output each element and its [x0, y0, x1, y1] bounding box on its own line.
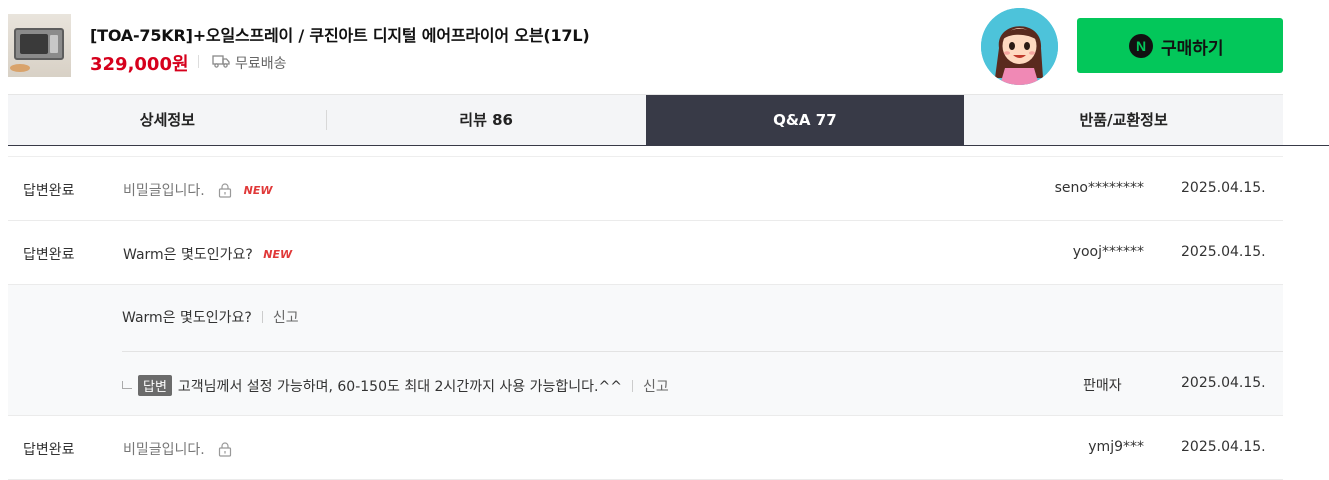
- writer-id: ymj9***: [1088, 439, 1144, 455]
- qna-subject[interactable]: 비밀글입니다.: [123, 439, 233, 459]
- oven-thumbnail-icon: [14, 28, 64, 60]
- naver-n-icon: N: [1129, 34, 1153, 58]
- qna-detail-expanded: Warm은 몇도인가요? 신고 답변 고객님께서 설정 가능하며, 60-150도 …: [8, 285, 1283, 416]
- post-date: 2025.04.15.: [1181, 180, 1266, 196]
- lock-icon: [219, 442, 232, 457]
- qna-row[interactable]: 답변완료 Warm은 몇도인가요? NEW yooj****** 2025.04…: [8, 221, 1283, 285]
- tab-underline: [8, 145, 1329, 146]
- shipping-info: 무료배송: [235, 56, 287, 72]
- qna-list: 답변완료 비밀글입니다. NEW seno******** 2025.04.15…: [8, 156, 1283, 480]
- product-title: [TOA-75KR]+오일스프레이 / 쿠진아트 디지털 에어프라이어 오븐(1…: [90, 26, 590, 45]
- divider: [122, 351, 1283, 352]
- product-price: 329,000원: [90, 54, 189, 75]
- reply-arrow-icon: [122, 381, 132, 389]
- answer-status: 답변완료: [23, 183, 75, 199]
- answer-status: 답변완료: [23, 442, 75, 458]
- character-avatar-icon: [981, 8, 1058, 85]
- lock-icon: [219, 183, 232, 198]
- tab-detail[interactable]: 상세정보: [8, 95, 327, 145]
- seller-avatar[interactable]: [981, 8, 1058, 85]
- answer-writer: 판매자: [1083, 378, 1122, 394]
- report-link[interactable]: 신고: [643, 379, 669, 395]
- buy-button[interactable]: N 구매하기: [1077, 18, 1283, 73]
- tab-return-exchange[interactable]: 반품/교환정보: [964, 95, 1283, 145]
- qna-subject[interactable]: Warm은 몇도인가요? NEW: [123, 244, 292, 264]
- truck-icon: [212, 55, 230, 68]
- tab-qna[interactable]: Q&A 77: [645, 95, 965, 145]
- tab-review[interactable]: 리뷰 86: [327, 95, 646, 145]
- qna-subject[interactable]: 비밀글입니다. NEW: [123, 180, 273, 200]
- product-thumbnail[interactable]: [8, 14, 71, 77]
- new-badge: NEW: [243, 184, 273, 197]
- report-link[interactable]: 신고: [273, 310, 299, 326]
- writer-id: seno********: [1054, 180, 1144, 196]
- answer-text: 답변 고객님께서 설정 가능하며, 60-150도 최대 2시간까지 사용 가능합…: [122, 375, 669, 396]
- qna-row[interactable]: 답변완료 비밀글입니다. NEW seno******** 2025.04.15…: [8, 157, 1283, 221]
- answer-date: 2025.04.15.: [1181, 375, 1266, 391]
- product-header: [TOA-75KR]+오일스프레이 / 쿠진아트 디지털 에어프라이어 오븐(1…: [0, 0, 1329, 94]
- answer-status: 답변완료: [23, 247, 75, 263]
- product-tabs: 상세정보 리뷰 86 Q&A 77 반품/교환정보: [8, 94, 1283, 145]
- qna-row[interactable]: 답변완료 비밀글입니다. ymj9*** 2025.04.15.: [8, 416, 1283, 480]
- divider: [198, 55, 199, 68]
- writer-id: yooj******: [1072, 244, 1144, 260]
- post-date: 2025.04.15.: [1181, 244, 1266, 260]
- new-badge: NEW: [263, 248, 293, 261]
- buy-button-label: 구매하기: [1161, 39, 1224, 58]
- answer-badge: 답변: [138, 375, 172, 396]
- post-date: 2025.04.15.: [1181, 439, 1266, 455]
- question-text: Warm은 몇도인가요? 신고: [122, 310, 299, 326]
